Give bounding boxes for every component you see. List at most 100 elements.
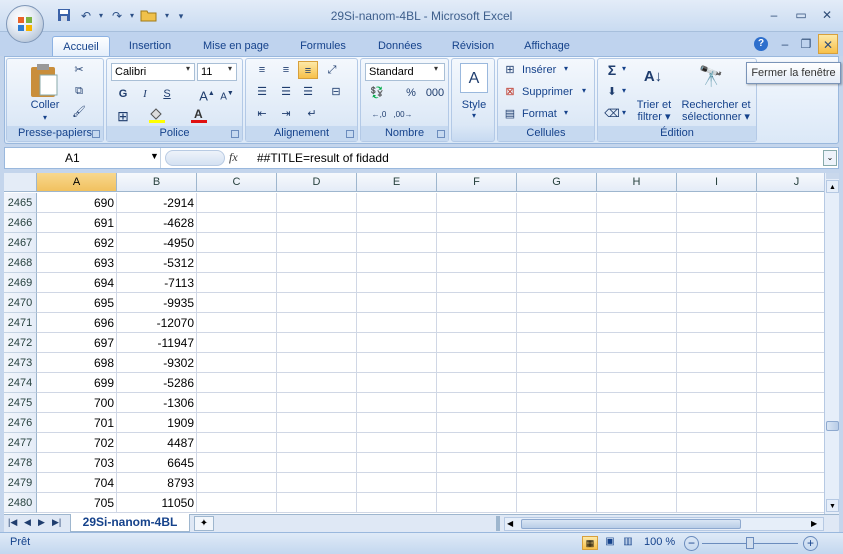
font-name-select[interactable]: Calibri: [111, 63, 195, 81]
cell-f[interactable]: [437, 253, 517, 273]
tab-affichage[interactable]: Affichage: [514, 36, 580, 56]
cell-a[interactable]: 700: [37, 393, 117, 413]
cell-j[interactable]: [757, 493, 824, 513]
cell-a[interactable]: 698: [37, 353, 117, 373]
find-select-icon[interactable]: 🔭: [696, 63, 726, 91]
thousands-separator-button[interactable]: 000: [423, 84, 447, 102]
italic-button[interactable]: I: [135, 85, 155, 103]
row-header[interactable]: 2472: [4, 333, 37, 353]
cell-f[interactable]: [437, 373, 517, 393]
paste-dropdown-icon[interactable]: ▾: [37, 113, 53, 122]
cell-c[interactable]: [197, 453, 277, 473]
cell-f[interactable]: [437, 493, 517, 513]
column-header[interactable]: F: [437, 173, 517, 192]
align-middle-icon[interactable]: ≡: [276, 61, 296, 79]
borders-icon[interactable]: ⊞: [113, 107, 133, 125]
cell-d[interactable]: [277, 213, 357, 233]
cell-h[interactable]: [597, 333, 677, 353]
cell-d[interactable]: [277, 373, 357, 393]
increase-indent-icon[interactable]: ⇥: [276, 105, 296, 123]
cell-b[interactable]: -5312: [117, 253, 197, 273]
cell-j[interactable]: [757, 273, 824, 293]
cell-f[interactable]: [437, 473, 517, 493]
format-cells-icon[interactable]: ▤: [500, 105, 520, 123]
sheet-tab-active[interactable]: 29Si-nanom-4BL: [70, 514, 190, 532]
column-header[interactable]: G: [517, 173, 597, 192]
fill-icon[interactable]: ⬇: [602, 83, 622, 101]
insert-sheet-icon[interactable]: ✦: [194, 516, 214, 531]
row-header[interactable]: 2468: [4, 253, 37, 273]
cell-d[interactable]: [277, 433, 357, 453]
cell-i[interactable]: [677, 413, 757, 433]
cell-h[interactable]: [597, 293, 677, 313]
style-button[interactable]: Style: [452, 99, 496, 111]
cell-f[interactable]: [437, 333, 517, 353]
cell-c[interactable]: [197, 253, 277, 273]
cell-i[interactable]: [677, 313, 757, 333]
cell-i[interactable]: [677, 393, 757, 413]
cell-b[interactable]: -11947: [117, 333, 197, 353]
cell-e[interactable]: [357, 293, 437, 313]
name-box[interactable]: A1: [5, 148, 161, 168]
cell-d[interactable]: [277, 453, 357, 473]
cell-f[interactable]: [437, 353, 517, 373]
cell-d[interactable]: [277, 273, 357, 293]
scroll-thumb[interactable]: [826, 421, 839, 431]
cell-i[interactable]: [677, 193, 757, 213]
cell-g[interactable]: [517, 333, 597, 353]
cell-a[interactable]: 703: [37, 453, 117, 473]
underline-button[interactable]: S: [157, 85, 177, 103]
zoom-slider-thumb[interactable]: [746, 537, 754, 549]
cell-d[interactable]: [277, 353, 357, 373]
cell-g[interactable]: [517, 493, 597, 513]
cell-d[interactable]: [277, 233, 357, 253]
column-header[interactable]: J: [757, 173, 824, 192]
font-color-icon[interactable]: A: [189, 107, 209, 125]
decrease-decimal-icon[interactable]: ,00→: [393, 106, 413, 124]
cell-c[interactable]: [197, 413, 277, 433]
cell-c[interactable]: [197, 333, 277, 353]
cell-h[interactable]: [597, 273, 677, 293]
cell-b[interactable]: -7113: [117, 273, 197, 293]
cell-g[interactable]: [517, 373, 597, 393]
expand-formula-bar-icon[interactable]: ⌄: [823, 150, 837, 166]
decrease-font-icon[interactable]: A▼: [217, 85, 237, 103]
column-header[interactable]: C: [197, 173, 277, 192]
cell-f[interactable]: [437, 213, 517, 233]
cell-c[interactable]: [197, 273, 277, 293]
cell-g[interactable]: [517, 453, 597, 473]
column-header[interactable]: E: [357, 173, 437, 192]
cell-j[interactable]: [757, 293, 824, 313]
cell-h[interactable]: [597, 353, 677, 373]
number-launcher-icon[interactable]: [437, 130, 445, 138]
row-header[interactable]: 2477: [4, 433, 37, 453]
cell-f[interactable]: [437, 453, 517, 473]
cell-e[interactable]: [357, 333, 437, 353]
wrap-text-icon[interactable]: ↵: [302, 105, 322, 123]
cell-j[interactable]: [757, 253, 824, 273]
cell-g[interactable]: [517, 233, 597, 253]
cell-h[interactable]: [597, 253, 677, 273]
page-layout-view-icon[interactable]: ▣: [602, 536, 618, 550]
cell-i[interactable]: [677, 433, 757, 453]
cell-g[interactable]: [517, 313, 597, 333]
insert-dropdown-icon[interactable]: ▾: [564, 64, 568, 73]
cell-c[interactable]: [197, 493, 277, 513]
cell-a[interactable]: 697: [37, 333, 117, 353]
cell-c[interactable]: [197, 213, 277, 233]
cell-i[interactable]: [677, 273, 757, 293]
normal-view-icon[interactable]: ▦: [582, 536, 598, 550]
cell-h[interactable]: [597, 393, 677, 413]
cell-j[interactable]: [757, 413, 824, 433]
cell-f[interactable]: [437, 433, 517, 453]
row-header[interactable]: 2467: [4, 233, 37, 253]
cell-g[interactable]: [517, 213, 597, 233]
horizontal-scrollbar[interactable]: ◀ ▶: [504, 517, 824, 531]
prev-sheet-icon[interactable]: ◀: [24, 517, 31, 528]
cell-j[interactable]: [757, 393, 824, 413]
cell-h[interactable]: [597, 493, 677, 513]
cell-c[interactable]: [197, 233, 277, 253]
cell-i[interactable]: [677, 253, 757, 273]
cell-g[interactable]: [517, 253, 597, 273]
cell-i[interactable]: [677, 453, 757, 473]
